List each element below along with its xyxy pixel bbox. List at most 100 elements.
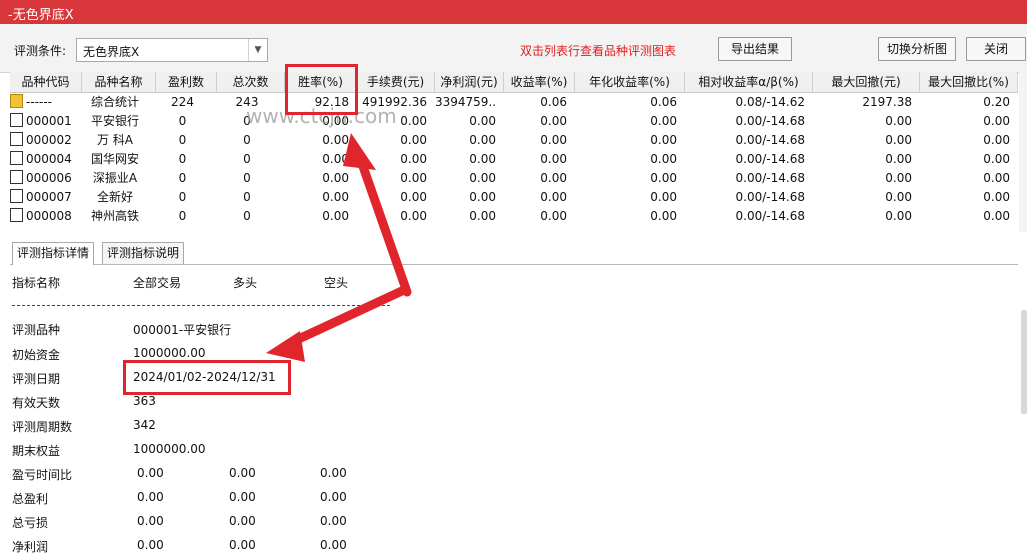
table-cell: 0.00	[322, 171, 349, 185]
detail-scrollbar[interactable]	[1021, 310, 1027, 414]
table-cell: 万 科A	[96, 133, 134, 147]
export-button[interactable]: 导出结果	[718, 37, 792, 61]
metric-label: 初始资金	[12, 348, 61, 362]
column-header[interactable]: 品种代码	[10, 72, 82, 92]
document-icon	[10, 113, 23, 127]
table-cell: 0.00/-14.68	[735, 114, 805, 128]
table-cell: 000007	[26, 190, 72, 204]
document-icon	[10, 132, 23, 146]
column-header[interactable]: 手续费(元)	[357, 72, 435, 92]
table-cell: 0.00	[400, 152, 427, 166]
close-button[interactable]: 关闭	[966, 37, 1026, 61]
table-cell: 0.00	[650, 190, 677, 204]
metric-value: 1000000.00	[133, 442, 206, 456]
table-cell: 0.00	[885, 152, 912, 166]
table-cell: 000004	[26, 152, 72, 166]
metric-label: 期末权益	[12, 444, 61, 458]
metric-value: 0.00	[137, 490, 164, 504]
metric-value: 0.00	[137, 514, 164, 528]
grid-scrollbar[interactable]	[1019, 72, 1027, 232]
table-row[interactable]: 000006 深振业A 0 0 0.00 0.00 0.00 0.00 0.00 0.00/-14…	[10, 169, 1018, 188]
metric-value: 0.00	[229, 490, 256, 504]
table-cell: 0.00	[469, 190, 496, 204]
table-cell: 2197.38	[862, 95, 912, 109]
code-cell: 000002	[10, 131, 74, 150]
table-cell: 0	[178, 114, 187, 128]
metric-value: 342	[133, 418, 156, 432]
table-cell: 0.00	[650, 209, 677, 223]
table-cell: 0.00	[540, 152, 567, 166]
table-cell: 0.00	[469, 133, 496, 147]
table-cell: 0.00/-14.68	[735, 190, 805, 204]
divider	[12, 305, 390, 306]
condition-select[interactable]: 无色界底X ▼	[76, 38, 268, 62]
result-table: ------综合统计22424392.18491992.363394759...…	[10, 93, 1018, 230]
metric-label: 总盈利	[12, 492, 49, 506]
table-cell: 0.00/-14.68	[735, 133, 805, 147]
detail-panel: 指标名称 全部交易 多头 空头 评测品种 000001-平安银行 初始资金 10000…	[0, 265, 1019, 556]
table-cell: 0.00	[540, 133, 567, 147]
document-icon	[10, 208, 23, 222]
table-cell: 平安银行	[90, 114, 139, 128]
table-cell: 0.00	[540, 190, 567, 204]
table-cell: 0.00	[540, 171, 567, 185]
code-cell: 000004	[10, 150, 74, 169]
column-header[interactable]: 年化收益率(%)	[575, 72, 685, 92]
table-row[interactable]: 000007 全新好 0 0 0.00 0.00 0.00 0.00 0.00 0.00/-14.…	[10, 188, 1018, 207]
column-header[interactable]: 净利润(元)	[435, 72, 504, 92]
table-cell: 0	[243, 209, 251, 223]
title-bar: -无色界底X	[0, 0, 1027, 24]
table-cell: 0.00	[885, 114, 912, 128]
metric-value: 0.00	[320, 490, 347, 504]
table-row[interactable]: 000008 神州高铁 0 0 0.00 0.00 0.00 0.00 0.00 0.00/-14…	[10, 207, 1018, 226]
table-cell: 000001	[26, 114, 72, 128]
table-cell: 0.00	[983, 133, 1010, 147]
detail-header-long: 多头	[233, 276, 258, 290]
column-header[interactable]: 最大回撤比(%)	[920, 72, 1018, 92]
table-cell: 0.00	[983, 114, 1010, 128]
column-header[interactable]: 盈利数	[156, 72, 217, 92]
detail-header-short: 空头	[324, 276, 349, 290]
metric-value: 1000000.00	[133, 346, 206, 360]
detail-tabs: 评测指标详情 评测指标说明	[10, 240, 1018, 265]
table-cell: 0.00	[400, 209, 427, 223]
table-cell: 000002	[26, 133, 72, 147]
table-cell: 0.00	[469, 209, 496, 223]
table-row[interactable]: 000004 国华网安 0 0 0.00 0.00 0.00 0.00 0.00 0.00/-14…	[10, 150, 1018, 169]
table-cell: 0.00	[469, 152, 496, 166]
tab-explain[interactable]: 评测指标说明	[102, 242, 185, 264]
detail-header-all: 全部交易	[133, 276, 182, 290]
highlight-date-box	[123, 360, 291, 395]
metric-value: 0.00	[137, 538, 164, 552]
code-cell: 000006	[10, 169, 74, 188]
metric-value: 0.00	[320, 466, 347, 480]
table-cell: 深振业A	[92, 171, 138, 185]
table-cell: 0.00	[400, 133, 427, 147]
code-cell: 000001	[10, 112, 74, 131]
detail-header-name: 指标名称	[12, 276, 61, 290]
table-cell: 0.06	[540, 95, 567, 109]
column-header[interactable]: 最大回撤(元)	[813, 72, 920, 92]
metric-label: 评测周期数	[12, 420, 73, 434]
table-cell: 0.00	[983, 190, 1010, 204]
metric-value: 363	[133, 394, 156, 408]
column-header[interactable]: 总次数	[217, 72, 285, 92]
tab-detail[interactable]: 评测指标详情	[12, 242, 95, 265]
condition-value: 无色界底X	[83, 45, 140, 59]
metric-value: 000001-平安银行	[133, 323, 232, 337]
document-icon	[10, 170, 23, 184]
table-cell: 000006	[26, 171, 72, 185]
column-header[interactable]: 收益率(%)	[504, 72, 575, 92]
column-header[interactable]: 相对收益率α/β(%)	[685, 72, 813, 92]
table-cell: ------	[26, 95, 52, 109]
switch-chart-button[interactable]: 切换分析图	[878, 37, 956, 61]
toolbar: 评测条件: 无色界底X ▼ 双击列表行查看品种评测图表 导出结果 切换分析图 关…	[0, 24, 1027, 73]
metric-value: 0.00	[229, 538, 256, 552]
metric-label: 评测日期	[12, 372, 61, 386]
column-header[interactable]: 品种名称	[82, 72, 156, 92]
table-row[interactable]: 000002 万 科A 0 0 0.00 0.00 0.00 0.00 0.00 0.00/-14…	[10, 131, 1018, 150]
table-row[interactable]: ------综合统计22424392.18491992.363394759...…	[10, 93, 1018, 112]
chevron-down-icon[interactable]: ▼	[248, 39, 267, 61]
table-row[interactable]: 000001 平安银行 0 0 0.00 0.00 0.00 0.00 0.00 0.00/-14…	[10, 112, 1018, 131]
table-cell: 0.00	[400, 190, 427, 204]
